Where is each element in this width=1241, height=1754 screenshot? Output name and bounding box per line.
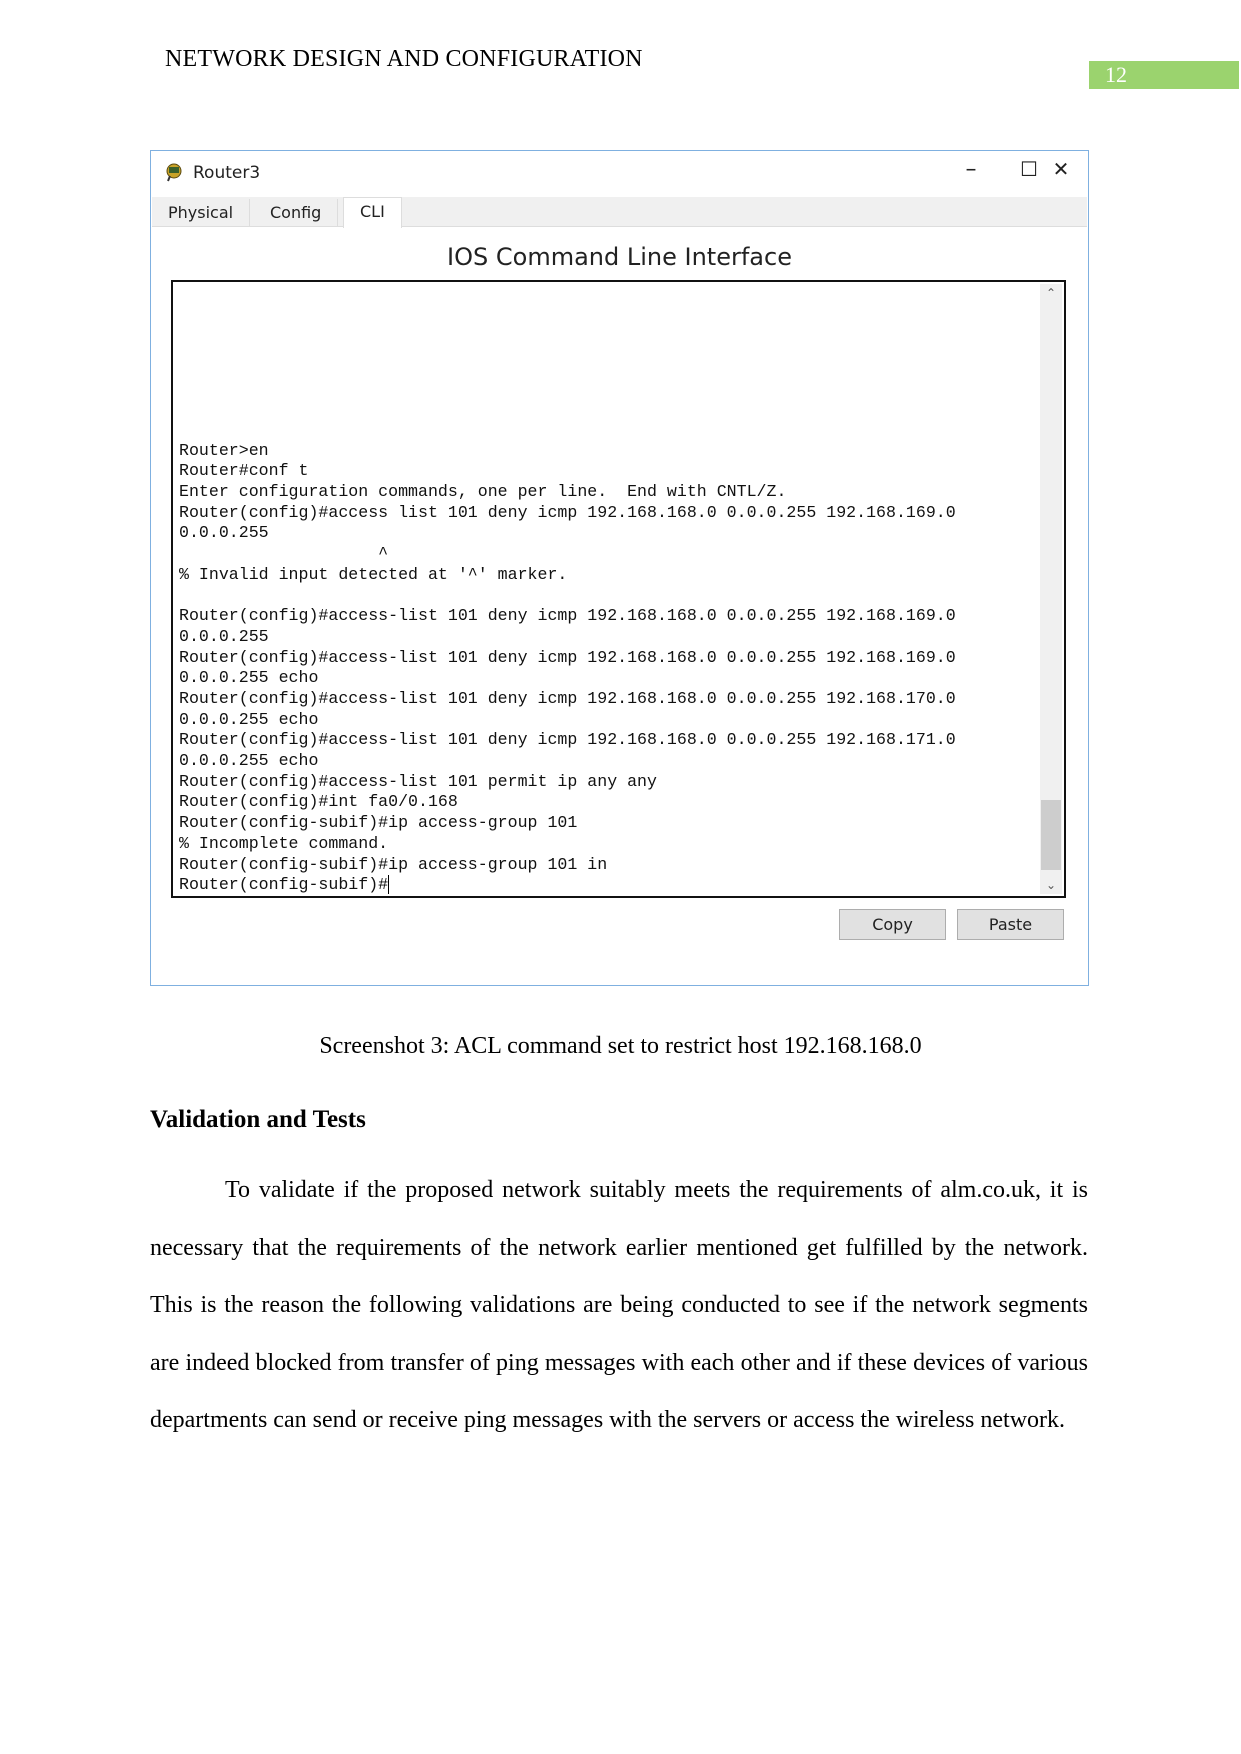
terminal-line: Router(config-subif)#ip access-group 101 bbox=[179, 813, 578, 833]
tab-physical[interactable]: Physical bbox=[152, 199, 251, 226]
close-button[interactable]: ✕ bbox=[1041, 157, 1081, 181]
terminal-line: 0.0.0.255 echo bbox=[179, 751, 319, 771]
terminal-line: Router(config)#access-list 101 deny icmp… bbox=[179, 647, 956, 667]
terminal-line: 0.0.0.255 bbox=[179, 626, 269, 646]
terminal-line: % Invalid input detected at '^' marker. bbox=[179, 564, 568, 584]
terminal-line: Router(config)#access-list 101 deny icmp… bbox=[179, 606, 956, 626]
terminal-line: Router>en bbox=[179, 440, 269, 460]
terminal-line: Router(config)#access-list 101 deny icmp… bbox=[179, 688, 956, 708]
terminal-line: Router(config-subif)#​ bbox=[179, 875, 390, 895]
terminal-line: ^ bbox=[179, 544, 389, 564]
terminal-line: Router(config)#access list 101 deny icmp… bbox=[179, 502, 956, 522]
scroll-up-icon[interactable]: ⌃ bbox=[1040, 286, 1062, 300]
terminal-line: % Incomplete command. bbox=[179, 833, 389, 853]
minimize-button[interactable]: – bbox=[951, 157, 991, 182]
figure-caption: Screenshot 3: ACL command set to restric… bbox=[319, 1033, 922, 1059]
cli-terminal[interactable]: Router>en Router#conf t Enter configuratio… bbox=[171, 280, 1066, 898]
terminal-line: 0.0.0.255 echo bbox=[179, 668, 319, 688]
text-cursor: ​ bbox=[388, 875, 390, 895]
document-page: NETWORK DESIGN AND CONFIGURATION 12 Rout… bbox=[0, 0, 1241, 1754]
terminal-line: Router(config-subif)#ip access-group 101… bbox=[179, 854, 608, 874]
router-icon bbox=[166, 163, 182, 182]
scroll-thumb[interactable] bbox=[1041, 800, 1061, 870]
terminal-line: Router#conf t bbox=[179, 461, 309, 481]
body-paragraph: To validate if the proposed network suit… bbox=[150, 1177, 1088, 1434]
scrollbar[interactable]: ⌃ ⌄ bbox=[1040, 284, 1062, 894]
terminal-line: Enter configuration commands, one per li… bbox=[179, 481, 787, 501]
page-number: 12 bbox=[1089, 61, 1239, 89]
terminal-line: Router(config)#access-list 101 deny icmp… bbox=[179, 730, 956, 750]
terminal-line: Router(config)#int fa0/0.168 bbox=[179, 792, 458, 812]
terminal-output: Router>en Router#conf t Enter configuratio… bbox=[179, 441, 956, 896]
tab-bar: Physical Config CLI bbox=[152, 197, 1087, 228]
running-header: NETWORK DESIGN AND CONFIGURATION bbox=[165, 46, 643, 72]
scroll-down-icon[interactable]: ⌄ bbox=[1040, 878, 1062, 892]
terminal-line: 0.0.0.255 bbox=[179, 523, 269, 543]
section-heading: Validation and Tests bbox=[150, 1106, 366, 1133]
cli-title: IOS Command Line Interface bbox=[447, 243, 792, 271]
router-window: Router3 – ☐ ✕ Physical Config CLI IOS Co… bbox=[150, 150, 1089, 986]
copy-button[interactable]: Copy bbox=[839, 909, 946, 940]
title-bar: Router3 – ☐ ✕ bbox=[151, 151, 1088, 195]
tab-config[interactable]: Config bbox=[254, 199, 339, 226]
terminal-line: Router(config)#access-list 101 permit ip… bbox=[179, 771, 657, 791]
paste-button[interactable]: Paste bbox=[957, 909, 1064, 940]
terminal-line: 0.0.0.255 echo bbox=[179, 709, 319, 729]
tab-cli[interactable]: CLI bbox=[343, 197, 402, 228]
window-title: Router3 bbox=[193, 163, 261, 183]
